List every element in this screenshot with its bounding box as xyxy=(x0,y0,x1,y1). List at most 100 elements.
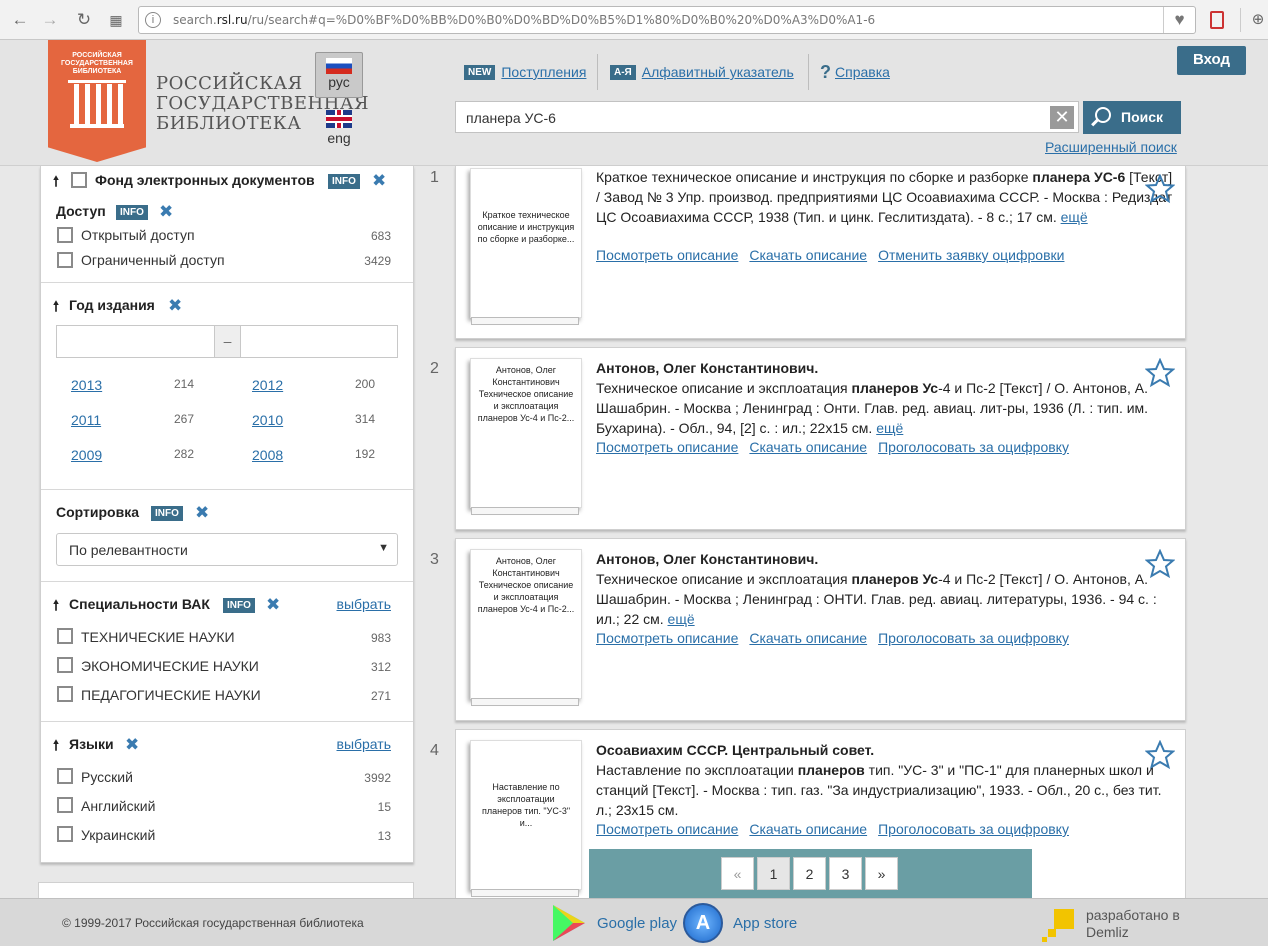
download-description-link[interactable]: Скачать описание xyxy=(749,630,867,646)
vote-digitization-link[interactable]: Проголосовать за оцифровку xyxy=(878,630,1069,646)
download-description-link[interactable]: Скачать описание xyxy=(749,821,867,837)
choose-language-link[interactable]: выбрать xyxy=(337,736,392,752)
access-restricted-checkbox[interactable] xyxy=(57,252,73,268)
option-count: 312 xyxy=(370,660,391,674)
vote-digitization-link[interactable]: Проголосовать за оцифровку xyxy=(878,821,1069,837)
info-badge[interactable]: INFO xyxy=(328,174,360,189)
view-description-link[interactable]: Посмотреть описание xyxy=(596,439,738,455)
forward-icon[interactable]: → xyxy=(38,8,62,32)
vak-checkbox[interactable] xyxy=(57,657,73,673)
language-checkbox[interactable] xyxy=(57,768,73,784)
view-description-link[interactable]: Посмотреть описание xyxy=(596,630,738,646)
favorite-star-icon[interactable] xyxy=(1145,358,1175,388)
header-divider xyxy=(808,54,809,90)
vak-checkbox[interactable] xyxy=(57,686,73,702)
rsl-logo[interactable]: РОССИЙСКАЯ ГОСУДАРСТВЕННАЯ БИБЛИОТЕКА xyxy=(48,40,146,162)
info-badge[interactable]: INFO xyxy=(116,205,148,220)
year-link[interactable]: 2013 xyxy=(71,377,102,393)
language-checkbox[interactable] xyxy=(57,826,73,842)
view-description-link[interactable]: Посмотреть описание xyxy=(596,247,738,263)
search-button[interactable]: Поиск xyxy=(1083,101,1181,134)
search-input[interactable]: планера УС-6 ✕ xyxy=(455,101,1079,133)
clear-filter-icon[interactable]: ✖ xyxy=(195,504,209,521)
book-cover[interactable]: Наставление по эксплоатации планеров тип… xyxy=(470,740,582,897)
info-badge[interactable]: INFO xyxy=(151,506,183,521)
cancel-digitization-link[interactable]: Отменить заявку оцифровки xyxy=(878,247,1064,263)
new-arrivals-link[interactable]: NEW Поступления xyxy=(464,62,586,82)
developer-credit[interactable]: разработано в Demliz xyxy=(1086,907,1180,941)
book-cover[interactable]: Краткое техническое описание и инструкци… xyxy=(470,168,582,325)
more-link[interactable]: ещё xyxy=(1061,209,1088,225)
clear-filter-icon[interactable]: ✖ xyxy=(159,203,173,220)
more-link[interactable]: ещё xyxy=(876,420,903,436)
collapse-arrow-icon[interactable]: 🠕 xyxy=(53,735,59,759)
result-description: Осоавиахим СССР. Центральный совет. Наст… xyxy=(596,740,1176,820)
year-link[interactable]: 2009 xyxy=(71,447,102,463)
page-button[interactable]: 1 xyxy=(757,857,790,890)
advanced-search-link[interactable]: Расширенный поиск xyxy=(1045,139,1177,155)
languages-title: Языки xyxy=(69,736,114,752)
favorite-star-icon[interactable] xyxy=(1145,740,1175,770)
app-store-link[interactable]: A App store xyxy=(683,903,797,943)
vak-checkbox[interactable] xyxy=(57,628,73,644)
result-links: Посмотреть описание Скачать описание Прого… xyxy=(596,821,1080,837)
login-button[interactable]: Вход xyxy=(1177,46,1246,75)
language-ru-button[interactable]: рус xyxy=(315,52,363,98)
clear-filter-icon[interactable]: ✖ xyxy=(125,736,139,753)
browser-toolbar: ← → ↻ ▦ i search.rsl.ru/ru/search#q=%D0%… xyxy=(0,0,1268,40)
collapse-arrow-icon[interactable]: 🠕 xyxy=(53,296,59,320)
clear-filter-icon[interactable]: ✖ xyxy=(266,596,280,613)
apps-grid-icon[interactable]: ▦ xyxy=(104,8,128,32)
option-label: Ограниченный доступ xyxy=(81,252,225,268)
lang-ru-label: рус xyxy=(328,74,350,90)
bookmark-heart-icon[interactable]: ♥ xyxy=(1163,7,1195,33)
next-page-button[interactable]: » xyxy=(865,857,898,890)
reload-icon[interactable]: ↻ xyxy=(72,8,96,32)
clear-filter-icon[interactable]: ✖ xyxy=(372,172,386,189)
download-icon[interactable]: ⊕ xyxy=(1246,8,1268,32)
back-icon[interactable]: ← xyxy=(8,8,32,32)
help-label[interactable]: Справка xyxy=(835,64,890,80)
info-badge[interactable]: INFO xyxy=(223,598,255,613)
book-cover[interactable]: Антонов, Олег Константинович Техническое… xyxy=(470,358,582,515)
help-link[interactable]: ? Справка xyxy=(820,62,890,82)
collapse-arrow-icon[interactable]: 🠕 xyxy=(53,171,59,195)
language-en-button[interactable]: eng xyxy=(315,110,363,154)
clear-search-icon[interactable]: ✕ xyxy=(1050,106,1074,129)
year-link[interactable]: 2011 xyxy=(71,412,101,428)
favorite-star-icon[interactable] xyxy=(1145,549,1175,579)
year-range-dash: – xyxy=(214,326,241,357)
view-description-link[interactable]: Посмотреть описание xyxy=(596,821,738,837)
url-text[interactable]: search.rsl.ru/ru/search#q=%D0%BF%D0%BB%D… xyxy=(173,13,875,27)
clear-filter-icon[interactable]: ✖ xyxy=(168,297,182,314)
year-range-input[interactable]: – xyxy=(56,325,398,358)
sort-select[interactable]: По релевантности ▼ xyxy=(56,533,398,566)
vote-digitization-link[interactable]: Проголосовать за оцифровку xyxy=(878,439,1069,455)
extension-icon[interactable] xyxy=(1210,11,1224,29)
year-link[interactable]: 2012 xyxy=(252,377,283,393)
favorite-star-icon[interactable] xyxy=(1145,174,1175,204)
new-arrivals-label[interactable]: Поступления xyxy=(501,64,586,80)
alphabet-index-link[interactable]: А-Я Алфавитный указатель xyxy=(610,62,794,82)
year-link[interactable]: 2008 xyxy=(252,447,283,463)
year-count: 214 xyxy=(174,377,195,391)
collapse-arrow-icon[interactable]: 🠕 xyxy=(53,595,59,619)
access-open-checkbox[interactable] xyxy=(57,227,73,243)
address-bar[interactable]: i search.rsl.ru/ru/search#q=%D0%BF%D0%BB… xyxy=(138,6,1196,34)
download-description-link[interactable]: Скачать описание xyxy=(749,247,867,263)
more-link[interactable]: ещё xyxy=(668,611,695,627)
alphabet-index-label[interactable]: Алфавитный указатель xyxy=(642,64,794,80)
site-info-icon[interactable]: i xyxy=(145,12,161,28)
choose-vak-link[interactable]: выбрать xyxy=(337,596,392,612)
option-label: ТЕХНИЧЕСКИЕ НАУКИ xyxy=(81,629,235,645)
book-cover[interactable]: Антонов, Олег Константинович Техническое… xyxy=(470,549,582,706)
download-description-link[interactable]: Скачать описание xyxy=(749,439,867,455)
page-button[interactable]: 2 xyxy=(793,857,826,890)
language-checkbox[interactable] xyxy=(57,797,73,813)
option-count: 271 xyxy=(370,689,391,703)
page-button[interactable]: 3 xyxy=(829,857,862,890)
fund-checkbox[interactable] xyxy=(71,172,87,188)
prev-page-button[interactable]: « xyxy=(721,857,754,890)
year-link[interactable]: 2010 xyxy=(252,412,283,428)
google-play-link[interactable]: Google play xyxy=(549,905,677,941)
